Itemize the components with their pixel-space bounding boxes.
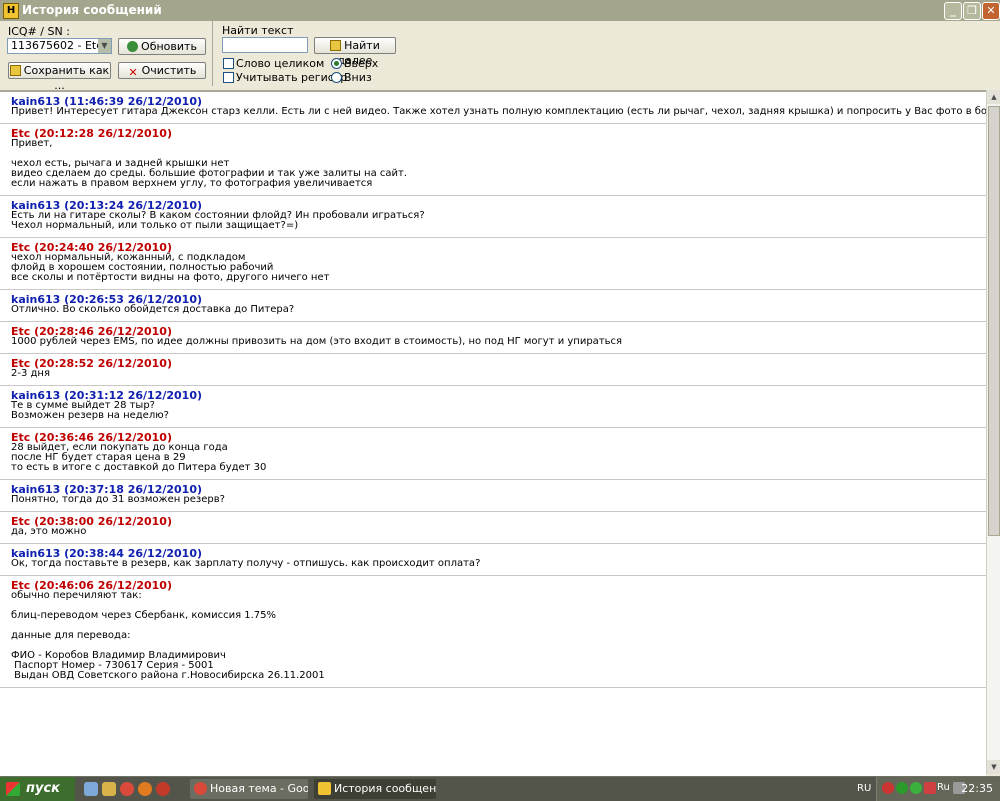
- message-text-line: Отлично. Во сколько обойдется доставка д…: [11, 304, 295, 315]
- task-chrome-label: Новая тема - Google ...: [210, 782, 308, 795]
- message-header: kain613 (20:31:12 26/12/2010): [11, 389, 203, 402]
- quicklaunch-app-icon[interactable]: [102, 782, 116, 796]
- tray-green-icon[interactable]: [910, 782, 922, 794]
- message-text-line: Возможен резерв на неделю?: [11, 410, 169, 421]
- refresh-button[interactable]: Обновить: [118, 38, 206, 55]
- message-list: kain613 (11:46:39 26/12/2010) Привет! Инт…: [0, 92, 986, 688]
- scroll-up-icon[interactable]: ▲: [987, 90, 1000, 104]
- message-text-line: то есть в итоге с доставкой до Питера бу…: [11, 462, 267, 473]
- message-item: Etc (20:36:46 26/12/2010) 28 выйдет, если…: [0, 428, 986, 480]
- direction-up-radio[interactable]: [331, 58, 342, 69]
- history-app-icon: [318, 782, 331, 795]
- message-text-line: [11, 621, 986, 631]
- language-indicator[interactable]: RU: [857, 777, 871, 801]
- message-item: Etc (20:38:00 26/12/2010) да, это можно: [0, 512, 986, 544]
- start-button[interactable]: пуск: [0, 777, 75, 801]
- scroll-down-icon[interactable]: ▼: [987, 760, 1000, 774]
- direction-down-radio[interactable]: [331, 72, 342, 83]
- clear-icon: ✕: [128, 66, 138, 79]
- message-item: kain613 (20:26:53 26/12/2010) Отлично. Во…: [0, 290, 986, 322]
- chrome-icon: [194, 782, 207, 795]
- direction-up-label: Вверх: [344, 57, 379, 70]
- close-icon: ✕: [986, 4, 996, 17]
- clear-label: Очистить: [141, 64, 197, 77]
- message-header: Etc (20:28:52 26/12/2010): [11, 357, 172, 370]
- minimize-icon: _: [950, 4, 956, 17]
- message-text-line: 1000 рублей через EMS, по идее должны пр…: [11, 336, 623, 347]
- find-icon: [330, 40, 342, 51]
- message-text-line: да, это можно: [11, 526, 87, 537]
- antivirus-icon[interactable]: [924, 782, 936, 794]
- taskbar: пуск Новая тема - Google ... История соо…: [0, 776, 1000, 801]
- minimize-button[interactable]: _: [944, 2, 962, 20]
- close-button[interactable]: ✕: [982, 2, 1000, 20]
- find-label: Найти текст: [222, 24, 294, 37]
- tray-app-icon[interactable]: [882, 782, 894, 794]
- chrome-quicklaunch-icon[interactable]: [120, 782, 134, 796]
- system-tray: Ru 22:35: [876, 777, 1000, 801]
- message-header: Etc (20:12:28 26/12/2010): [11, 127, 172, 140]
- save-icon: [9, 65, 21, 76]
- scroll-thumb[interactable]: [988, 106, 1000, 536]
- message-item: Etc (20:46:06 26/12/2010) обычно перечиля…: [0, 576, 986, 688]
- message-text-line: Привет! Интересует гитара Джексон старз …: [11, 106, 986, 117]
- tray-lang-label[interactable]: Ru: [937, 782, 950, 794]
- direction-down-label: Вниз: [344, 71, 372, 84]
- message-item: Etc (20:28:46 26/12/2010) 1000 рублей чер…: [0, 322, 986, 354]
- message-text-line: блиц-переводом через Сбербанк, комиссия …: [11, 610, 277, 621]
- whole-word-label: Слово целиком: [236, 57, 325, 70]
- toolbar-divider: [212, 21, 213, 86]
- app-icon: H: [3, 3, 19, 19]
- message-text-line: если нажать в правом верхнем углу, то фо…: [11, 178, 373, 189]
- contact-select-value: 113675602 - Etc: [11, 39, 103, 52]
- clear-button[interactable]: ✕ Очистить: [118, 62, 206, 79]
- message-item: kain613 (11:46:39 26/12/2010) Привет! Инт…: [0, 92, 986, 124]
- firefox-quicklaunch-icon[interactable]: [138, 782, 152, 796]
- message-item: Etc (20:12:28 26/12/2010) Привет, чехол ес…: [0, 124, 986, 196]
- windows-logo-icon: [6, 782, 20, 796]
- refresh-icon: [127, 41, 139, 52]
- opera-quicklaunch-icon[interactable]: [156, 782, 170, 796]
- maximize-button[interactable]: ❐: [963, 2, 981, 20]
- chevron-down-icon[interactable]: ▼: [98, 39, 111, 53]
- find-input[interactable]: [222, 37, 308, 53]
- message-header: Etc (20:38:00 26/12/2010): [11, 515, 172, 528]
- message-item: kain613 (20:13:24 26/12/2010) Есть ли на …: [0, 196, 986, 238]
- message-text-line: 2-3 дня: [11, 368, 50, 379]
- window-title: История сообщений: [22, 3, 162, 17]
- title-bar[interactable]: H История сообщений _ ❐ ✕: [0, 0, 1000, 22]
- message-header: Etc (20:46:06 26/12/2010): [11, 579, 172, 592]
- save-as-label: Сохранить как ...: [23, 64, 110, 92]
- message-item: kain613 (20:37:18 26/12/2010) Понятно, то…: [0, 480, 986, 512]
- message-text-line: все сколы и потёртости видны на фото, др…: [11, 272, 330, 283]
- find-next-button[interactable]: Найти далее: [314, 37, 396, 67]
- start-label: пуск: [26, 781, 60, 796]
- contact-label: ICQ# / SN :: [8, 25, 70, 38]
- message-text-line: данные для перевода:: [11, 630, 131, 641]
- message-item: Etc (20:24:40 26/12/2010) чехол нормальны…: [0, 238, 986, 290]
- message-item: kain613 (20:38:44 26/12/2010) Ок, тогда п…: [0, 544, 986, 576]
- message-text-line: Понятно, тогда до 31 возможен резерв?: [11, 494, 225, 505]
- message-text-line: Ок, тогда поставьте в резерв, как зарпла…: [11, 558, 481, 569]
- match-case-checkbox[interactable]: [223, 72, 234, 83]
- whole-word-checkbox[interactable]: [223, 58, 234, 69]
- task-history[interactable]: История сообщений: [314, 779, 436, 799]
- icq-tray-icon[interactable]: [896, 782, 908, 794]
- save-as-button[interactable]: Сохранить как ...: [8, 62, 111, 92]
- refresh-label: Обновить: [141, 40, 197, 53]
- vertical-scrollbar[interactable]: ▲ ▼: [986, 90, 1000, 774]
- task-chrome[interactable]: Новая тема - Google ...: [190, 779, 308, 799]
- maximize-icon: ❐: [967, 4, 977, 17]
- contact-select[interactable]: 113675602 - Etc ▼: [7, 38, 112, 54]
- message-text-line: Чехол нормальный, или только от пыли защ…: [11, 220, 299, 231]
- message-text-line: Привет,: [11, 138, 53, 149]
- show-desktop-icon[interactable]: [84, 782, 98, 796]
- clock[interactable]: 22:35: [961, 777, 993, 801]
- message-item: Etc (20:28:52 26/12/2010) 2-3 дня: [0, 354, 986, 386]
- message-history[interactable]: kain613 (11:46:39 26/12/2010) Привет! Инт…: [0, 90, 986, 776]
- task-history-label: История сообщений: [334, 782, 436, 795]
- message-text-line: Выдан ОВД Советского района г.Новосибирс…: [11, 670, 325, 681]
- message-text-line: обычно перечиляют так:: [11, 590, 142, 601]
- message-item: kain613 (20:31:12 26/12/2010) Те в сумме …: [0, 386, 986, 428]
